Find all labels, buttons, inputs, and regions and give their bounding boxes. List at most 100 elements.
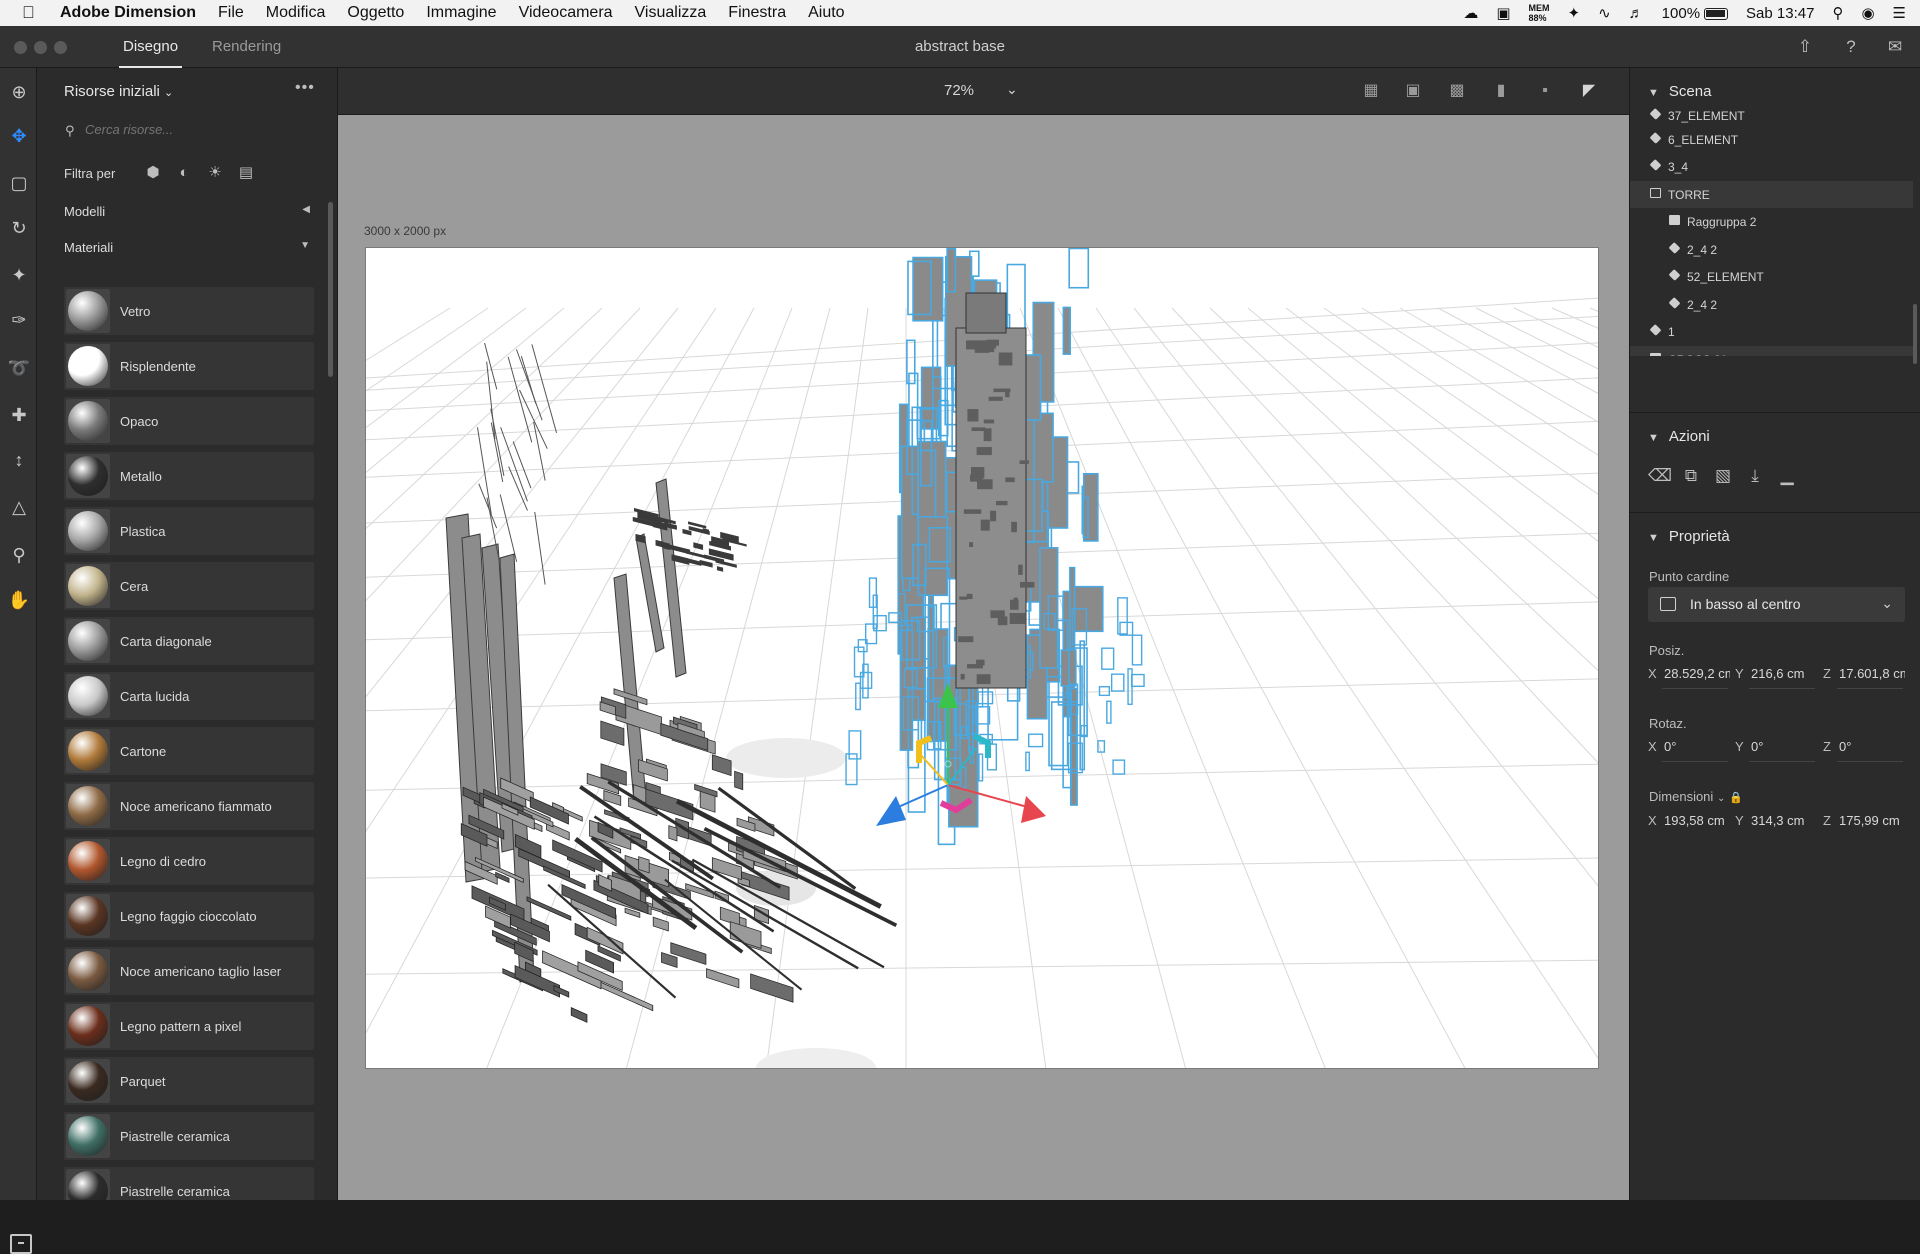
zoom-tool-icon[interactable]: ⚲ <box>7 543 31 567</box>
lasso-tool-icon[interactable]: ➰ <box>7 356 31 380</box>
siri-icon[interactable]: ◉ <box>1861 4 1874 22</box>
filter-lights-icon[interactable]: ☀ <box>205 163 225 183</box>
pivot-select[interactable]: In basso al centro ⌄ <box>1648 587 1905 622</box>
rotate-tool-icon[interactable]: ↻ <box>7 216 31 240</box>
dimension-z[interactable]: Z 175,99 cm <box>1823 809 1907 833</box>
material-item[interactable]: Piastrelle ceramica <box>64 1167 314 1200</box>
duplicate-icon[interactable]: ⧉ <box>1680 465 1702 487</box>
menu-immagine[interactable]: Immagine <box>426 4 496 22</box>
material-item[interactable]: Carta lucida <box>64 672 314 720</box>
align-icon[interactable]: ▁ <box>1776 465 1798 487</box>
grid-snap-icon[interactable]: ▦ <box>1360 81 1382 101</box>
filter-materials-icon[interactable]: ◐ <box>174 163 194 183</box>
position-z[interactable]: Z 17.601,8 cm <box>1823 662 1907 689</box>
render-preview-icon[interactable]: ◤ <box>1578 81 1600 101</box>
menu-app-name[interactable]: Adobe Dimension <box>60 4 196 22</box>
assets-title-dropdown[interactable]: Risorse iniziali ⌄ <box>64 83 173 100</box>
scene-item[interactable]: 52_ELEMENT <box>1630 263 1913 290</box>
orbit-tool-icon[interactable]: ✚ <box>7 403 31 427</box>
material-item[interactable]: Opaco <box>64 397 314 445</box>
material-item[interactable]: Noce americano fiammato <box>64 782 314 830</box>
material-item[interactable]: Legno faggio cioccolato <box>64 892 314 940</box>
section-modelli[interactable]: Modelli ◀ <box>64 204 314 219</box>
scene-item[interactable]: CROSS 01 <box>1630 346 1913 356</box>
position-y[interactable]: Y 216,6 cm <box>1735 662 1819 689</box>
feedback-icon[interactable]: ✉ <box>1884 36 1906 58</box>
scene-item[interactable]: Raggruppa 2 <box>1630 208 1913 235</box>
lock-icon[interactable]: 🔒 <box>1729 792 1743 804</box>
menu-file[interactable]: File <box>218 4 244 22</box>
group-folder-icon[interactable]: ▧ <box>1712 465 1734 487</box>
camera-undo-icon[interactable]: ▮ <box>1490 81 1512 101</box>
filter-images-icon[interactable]: ▤ <box>236 163 256 183</box>
scene-item[interactable]: 2_4 2 <box>1630 291 1913 318</box>
menu-aiuto[interactable]: Aiuto <box>808 4 844 22</box>
trash-icon[interactable]: ⌫ <box>1648 465 1672 487</box>
search-input[interactable] <box>85 122 305 137</box>
material-item[interactable]: Cartone <box>64 727 314 775</box>
menu-finestra[interactable]: Finestra <box>728 4 786 22</box>
drop-to-ground-icon[interactable]: ⤓ <box>1744 465 1766 487</box>
material-item[interactable]: Parquet <box>64 1057 314 1105</box>
scene-item[interactable]: TORRE <box>1630 181 1913 208</box>
material-item[interactable]: Metallo <box>64 452 314 500</box>
scene-canvas[interactable] <box>365 247 1599 1069</box>
rotation-y[interactable]: Y 0° <box>1735 735 1819 762</box>
rotation-z[interactable]: Z 0° <box>1823 735 1907 762</box>
help-icon[interactable]: ? <box>1840 36 1862 58</box>
display-icon[interactable]: ▣ <box>1496 4 1510 22</box>
memory-indicator[interactable]: MEM 88% <box>1529 3 1550 23</box>
material-item[interactable]: Plastica <box>64 507 314 555</box>
bluetooth-icon[interactable]: ✦ <box>1568 4 1581 22</box>
material-item[interactable]: Legno di cedro <box>64 837 314 885</box>
dimensions-dropdown[interactable]: Dimensioni ⌄ 🔒 <box>1649 789 1743 804</box>
volume-icon[interactable]: ♬ <box>1629 5 1644 22</box>
horizon-tool-icon[interactable]: △ <box>7 495 31 519</box>
wifi-icon[interactable]: ∿ <box>1598 4 1611 22</box>
material-item[interactable]: Noce americano taglio laser <box>64 947 314 995</box>
properties-panel-header[interactable]: ▼ Proprietà <box>1648 528 1730 545</box>
assets-scrollbar[interactable] <box>328 202 333 377</box>
scene-scrollbar[interactable] <box>1913 304 1917 364</box>
dimension-y[interactable]: Y 314,3 cm <box>1735 809 1819 833</box>
menu-visualizza[interactable]: Visualizza <box>635 4 707 22</box>
library-icon[interactable] <box>10 1234 32 1254</box>
dimension-x[interactable]: X 193,58 cm <box>1648 809 1732 833</box>
material-item[interactable]: Carta diagonale <box>64 617 314 665</box>
section-materiali[interactable]: Materiali ▼ <box>64 240 314 255</box>
scale-tool-icon[interactable]: ▢ <box>7 171 31 195</box>
menu-clock[interactable]: Sab 13:47 <box>1746 5 1814 22</box>
zoom-level[interactable]: 72% <box>944 82 974 99</box>
material-item[interactable]: Legno pattern a pixel <box>64 1002 314 1050</box>
hand-tool-icon[interactable]: ✋ <box>7 588 31 612</box>
scene-panel-header[interactable]: ▼ Scena <box>1648 83 1711 100</box>
actions-panel-header[interactable]: ▼ Azioni <box>1648 428 1710 445</box>
frame-selection-icon[interactable]: ▣ <box>1402 81 1424 101</box>
position-x[interactable]: X 28.529,2 cm <box>1648 662 1732 689</box>
magic-wand-tool-icon[interactable]: ✦ <box>7 263 31 287</box>
creative-cloud-icon[interactable]: ☁ <box>1463 4 1478 22</box>
chevron-down-icon[interactable]: ⌄ <box>1006 81 1018 98</box>
scene-item[interactable]: 3_4 <box>1630 153 1913 180</box>
eyedropper-tool-icon[interactable]: ✑ <box>7 308 31 332</box>
scene-item[interactable]: 1 <box>1630 318 1913 345</box>
camera-bookmark-icon[interactable]: ▩ <box>1446 81 1468 101</box>
menu-modifica[interactable]: Modifica <box>266 4 326 22</box>
control-center-icon[interactable]: ☰ <box>1893 4 1906 22</box>
share-icon[interactable]: ⇧ <box>1794 36 1816 58</box>
battery-indicator[interactable]: 100% <box>1662 5 1729 22</box>
camera-redo-icon[interactable]: ▪ <box>1534 81 1556 101</box>
scene-item[interactable]: 2_4 2 <box>1630 236 1913 263</box>
add-content-icon[interactable]: ⊕ <box>7 80 31 104</box>
material-item[interactable]: Vetro <box>64 287 314 335</box>
spotlight-icon[interactable]: ⚲ <box>1832 4 1843 22</box>
apple-icon[interactable]:  <box>22 3 42 23</box>
select-move-tool-icon[interactable]: ✥ <box>7 124 31 148</box>
material-item[interactable]: Cera <box>64 562 314 610</box>
filter-models-icon[interactable]: ⬢ <box>143 163 163 183</box>
material-item[interactable]: Risplendente <box>64 342 314 390</box>
scene-item[interactable]: 6_ELEMENT <box>1630 126 1913 153</box>
menu-oggetto[interactable]: Oggetto <box>347 4 404 22</box>
rotation-x[interactable]: X 0° <box>1648 735 1732 762</box>
more-options-icon[interactable]: ••• <box>295 79 315 97</box>
